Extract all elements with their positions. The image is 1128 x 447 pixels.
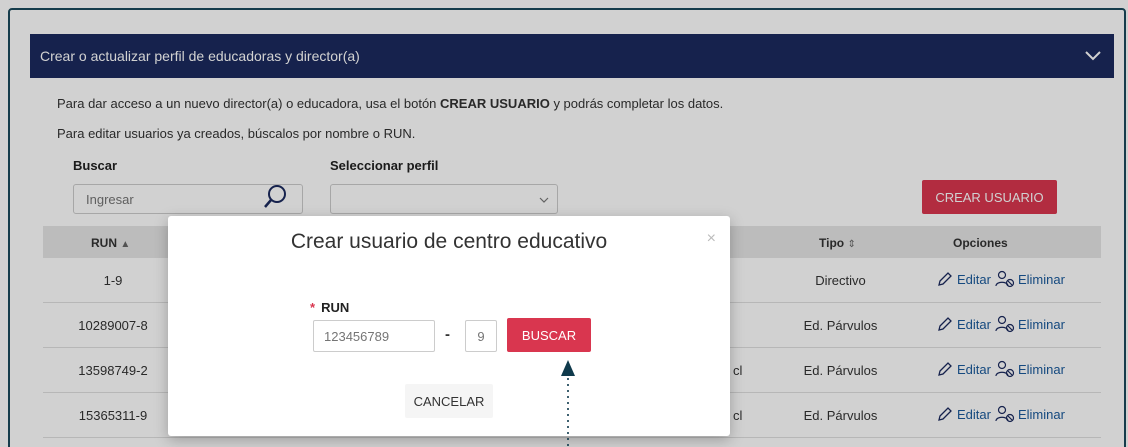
buscar-button[interactable]: BUSCAR <box>507 318 591 352</box>
run-input[interactable] <box>313 320 435 352</box>
pointer-arrow-icon <box>561 360 575 447</box>
run-dash: - <box>445 326 450 343</box>
close-icon[interactable]: × <box>707 230 716 248</box>
crear-usuario-modal: Crear usuario de centro educativo × * RUN… <box>168 216 730 436</box>
cancelar-button[interactable]: CANCELAR <box>405 384 493 418</box>
required-mark: * <box>310 300 316 315</box>
dv-input[interactable] <box>465 320 497 352</box>
modal-title: Crear usuario de centro educativo <box>290 230 608 253</box>
run-label: * RUN <box>310 300 350 315</box>
